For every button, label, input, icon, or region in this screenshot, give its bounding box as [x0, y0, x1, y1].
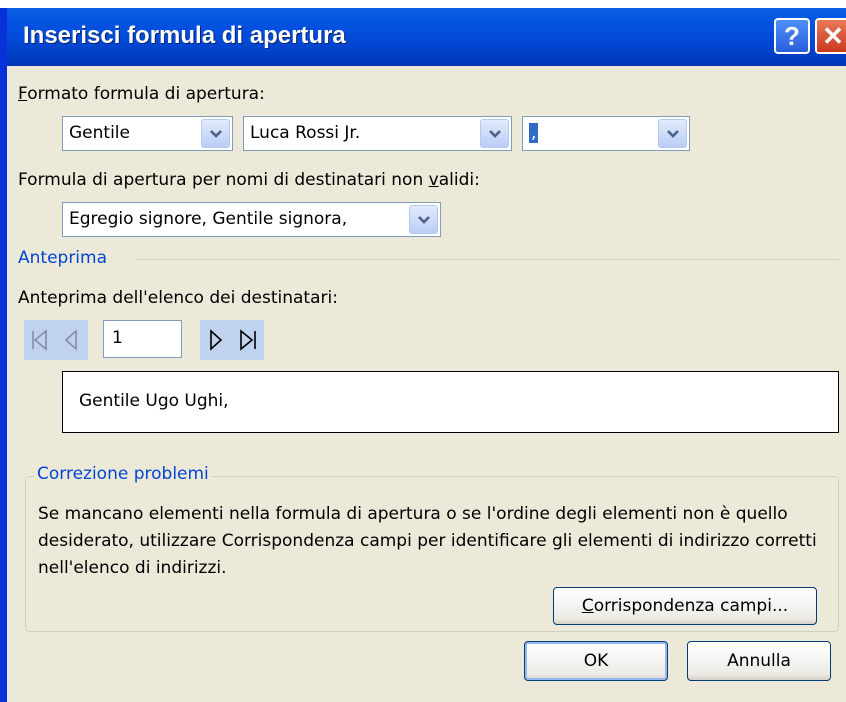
invalid-label-accesskey: v [428, 170, 439, 190]
ok-button[interactable]: OK [524, 641, 668, 681]
help-icon: ? [784, 20, 800, 51]
window-title: Inserisci formula di apertura [23, 22, 346, 49]
invalid-label-end: alidi: [438, 170, 480, 190]
format-label-accesskey: F [18, 84, 28, 104]
dialog-body: Formato formula di apertura: Gentile Luc… [7, 66, 846, 702]
title-bar[interactable]: Inserisci formula di apertura ? ✕ [7, 0, 846, 66]
previous-record-button[interactable] [56, 320, 88, 360]
help-button[interactable]: ? [774, 18, 810, 54]
match-fields-label: orrispondenza campi... [593, 596, 789, 616]
salutation-preview-box: Gentile Ugo Ughi, [62, 371, 839, 433]
invalid-salutation-value: Egregio signore, Gentile signora, [69, 209, 348, 229]
window-left-border [0, 0, 7, 702]
last-record-icon [240, 329, 256, 351]
salutation-preview-text: Gentile Ugo Ughi, [79, 391, 229, 411]
chevron-down-icon[interactable] [201, 119, 230, 148]
name-format-dropdown[interactable]: Luca Rossi Jr. [243, 116, 512, 151]
salutation-dropdown[interactable]: Gentile [62, 116, 233, 151]
format-label-text: ormato formula di apertura: [27, 84, 265, 104]
problems-group: Correzione problemi Se mancano elementi … [25, 464, 839, 632]
chevron-down-icon[interactable] [480, 119, 509, 148]
close-icon: ✕ [822, 20, 844, 51]
chevron-down-icon[interactable] [658, 119, 687, 148]
last-record-button[interactable] [232, 320, 264, 360]
problems-group-title: Correzione problemi [34, 464, 212, 484]
record-number-field[interactable]: 1 [103, 320, 182, 358]
next-record-button[interactable] [200, 320, 232, 360]
invalid-salutation-dropdown[interactable]: Egregio signore, Gentile signora, [62, 202, 441, 237]
name-format-value: Luca Rossi Jr. [250, 123, 361, 143]
first-record-button[interactable] [24, 320, 56, 360]
punctuation-dropdown[interactable]: , [522, 116, 690, 151]
chevron-down-icon[interactable] [409, 205, 438, 234]
recipient-list-label: Anteprima dell'elenco dei destinatari: [18, 288, 338, 308]
cancel-button[interactable]: Annulla [687, 641, 831, 681]
preview-separator [135, 259, 839, 260]
format-label: Formato formula di apertura: [18, 84, 265, 104]
previous-record-icon [64, 329, 77, 351]
close-button[interactable]: ✕ [815, 18, 846, 54]
record-number-value: 1 [112, 328, 123, 348]
match-fields-accesskey: C [581, 596, 594, 616]
punctuation-value: , [529, 123, 539, 143]
preview-group-title: Anteprima [18, 248, 108, 268]
salutation-value: Gentile [69, 123, 130, 143]
invalid-label-start: Formula di apertura per nomi di destinat… [18, 170, 429, 190]
match-fields-button[interactable]: Corrispondenza campi... [553, 587, 817, 625]
problems-description: Se mancano elementi nella formula di ape… [38, 504, 817, 578]
invalid-names-label: Formula di apertura per nomi di destinat… [18, 170, 480, 190]
next-record-icon [210, 329, 223, 351]
first-record-icon [32, 329, 47, 351]
